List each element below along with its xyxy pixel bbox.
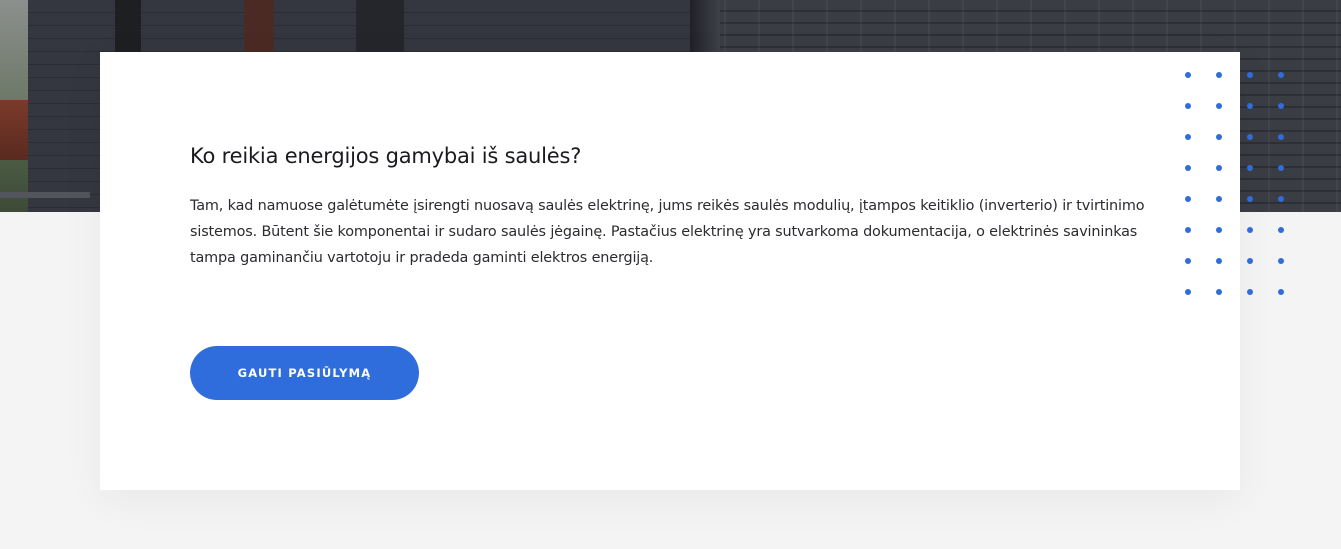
decoration-dot — [1216, 72, 1222, 78]
decoration-dot — [1247, 165, 1253, 171]
decoration-dot — [1278, 258, 1284, 264]
decoration-dot — [1185, 289, 1191, 295]
decoration-dot — [1278, 165, 1284, 171]
decoration-dot — [1216, 227, 1222, 233]
hero-neighbor-house — [0, 100, 28, 160]
hero-roof-edge — [690, 0, 720, 60]
hero-beam — [115, 0, 141, 52]
decoration-dot — [1247, 258, 1253, 264]
decoration-dot — [1278, 289, 1284, 295]
decoration-dot — [1216, 196, 1222, 202]
decoration-dot — [1216, 134, 1222, 140]
decoration-dot — [1278, 103, 1284, 109]
hero-beam — [244, 0, 274, 52]
decoration-dot — [1247, 227, 1253, 233]
hero-gutter — [0, 192, 90, 198]
decoration-dot — [1185, 196, 1191, 202]
section-description: Tam, kad namuose galėtumėte įsirengti nu… — [190, 198, 1145, 266]
decoration-dot — [1185, 258, 1191, 264]
decoration-dot — [1247, 72, 1253, 78]
dot-grid-decoration — [1185, 72, 1284, 295]
decoration-dot — [1247, 289, 1253, 295]
decoration-dot — [1247, 134, 1253, 140]
decoration-dot — [1185, 134, 1191, 140]
decoration-dot — [1247, 103, 1253, 109]
decoration-dot — [1278, 227, 1284, 233]
hero-beam — [356, 0, 404, 52]
decoration-dot — [1278, 134, 1284, 140]
section-title: Ko reikia energijos gamybai iš saulės? — [190, 144, 582, 168]
decoration-dot — [1216, 258, 1222, 264]
get-offer-button[interactable]: GAUTI PASIŪLYMĄ — [190, 346, 419, 400]
decoration-dot — [1278, 196, 1284, 202]
decoration-dot — [1247, 196, 1253, 202]
info-card: Ko reikia energijos gamybai iš saulės? T… — [100, 52, 1240, 490]
decoration-dot — [1185, 103, 1191, 109]
decoration-dot — [1216, 289, 1222, 295]
decoration-dot — [1278, 72, 1284, 78]
decoration-dot — [1185, 165, 1191, 171]
decoration-dot — [1185, 72, 1191, 78]
decoration-dot — [1216, 103, 1222, 109]
decoration-dot — [1185, 227, 1191, 233]
decoration-dot — [1216, 165, 1222, 171]
